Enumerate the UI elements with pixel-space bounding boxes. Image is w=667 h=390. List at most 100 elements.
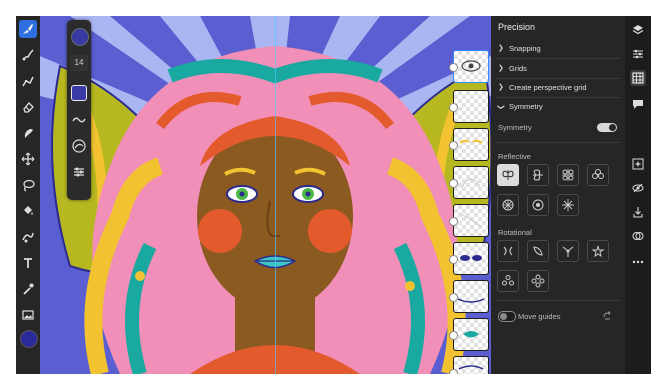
layer-thumbnail[interactable]: [453, 242, 489, 275]
rotational-8-button[interactable]: [527, 270, 549, 292]
layers-icon[interactable]: [630, 22, 646, 38]
chevron-right-icon: ❯: [498, 45, 504, 52]
section-label: Grids: [509, 64, 527, 73]
layer-visibility-dot[interactable]: [449, 293, 458, 302]
layer-visibility-dot[interactable]: [449, 331, 458, 340]
layer-thumbnail[interactable]: [453, 356, 489, 374]
precision-panel: Precision ❯ Snapping ❯ Grids ❯ Create pe…: [491, 16, 625, 374]
symmetry-radial-8-button[interactable]: [497, 194, 519, 216]
image-icon[interactable]: [19, 306, 37, 324]
eye-icon: [461, 60, 481, 72]
section-symmetry[interactable]: ❯ Symmetry: [491, 97, 625, 116]
symmetry-vertical-button[interactable]: [497, 164, 519, 186]
canvas[interactable]: 14: [40, 16, 491, 374]
section-label: Create perspective grid: [509, 83, 587, 92]
app-window: 14 Precision ❯ Snapping ❯ Grids ❯ Create…: [16, 16, 651, 374]
layer-visibility-dot[interactable]: [449, 255, 458, 264]
symmetry-toggle[interactable]: [597, 123, 617, 132]
symmetry-toggle-label: Symmetry: [498, 123, 532, 132]
rotational-8-icon: [531, 274, 545, 288]
eraser-icon[interactable]: [19, 98, 37, 116]
layer-thumbnail[interactable]: [453, 318, 489, 351]
rotational-4-icon: [562, 246, 574, 257]
layer-visibility-dot[interactable]: [449, 179, 458, 188]
pixel-brush-icon[interactable]: [19, 20, 37, 38]
move-icon[interactable]: [19, 150, 37, 168]
symmetry-radial-12-button[interactable]: [527, 194, 549, 216]
section-label: Symmetry: [509, 102, 543, 111]
move-guides-toggle[interactable]: [498, 311, 516, 322]
panel-title: Precision: [498, 22, 536, 32]
layer-thumbnail[interactable]: [453, 280, 489, 313]
comments-icon[interactable]: [630, 96, 646, 112]
smudge-icon[interactable]: [19, 124, 37, 142]
add-layer-icon[interactable]: [630, 156, 646, 172]
radial-8-icon: [502, 199, 514, 211]
butterfly-quad-icon: [562, 169, 574, 181]
move-guides-label: Move guides: [518, 312, 561, 321]
rotational-3-icon: [533, 246, 543, 256]
vector-brush-icon[interactable]: [19, 72, 37, 90]
section-snapping[interactable]: ❯ Snapping: [491, 39, 625, 58]
flower-icon: [592, 169, 604, 179]
blend-icon[interactable]: [630, 228, 646, 244]
artwork: [40, 16, 491, 374]
symmetry-guide[interactable]: [275, 16, 276, 374]
layer-thumbnail[interactable]: [453, 90, 489, 123]
layer-visibility-dot[interactable]: [449, 63, 458, 72]
rotational-5-button[interactable]: [587, 240, 609, 262]
brush-color-swatch[interactable]: [71, 28, 89, 46]
symmetry-quad-button[interactable]: [557, 164, 579, 186]
fill-icon[interactable]: [19, 202, 37, 220]
layer-visibility-dot[interactable]: [449, 103, 458, 112]
section-grids[interactable]: ❯ Grids: [491, 59, 625, 78]
lasso-icon[interactable]: [19, 176, 37, 194]
stroke-smoothing-icon[interactable]: [71, 112, 87, 128]
layer-thumbnail[interactable]: [453, 204, 489, 237]
primary-color-swatch[interactable]: [20, 330, 38, 348]
layer-stack: [449, 50, 491, 374]
layer-thumbnail[interactable]: [453, 166, 489, 199]
symmetry-flower-button[interactable]: [587, 164, 609, 186]
tool-rail: [16, 16, 40, 374]
brush-options-icon[interactable]: [71, 164, 87, 180]
brush-settings-panel: 14: [67, 20, 91, 200]
radial-16-icon: [562, 199, 574, 211]
butterfly-horizontal-icon: [533, 169, 543, 181]
divider: [496, 142, 620, 143]
right-icon-rail: [625, 16, 651, 374]
layer-visibility-dot[interactable]: [449, 369, 458, 374]
chevron-down-icon: ❯: [496, 104, 504, 110]
brush-shape-swatch[interactable]: [71, 85, 87, 101]
layer-visibility-dot[interactable]: [449, 141, 458, 150]
layer-properties-icon[interactable]: [630, 46, 646, 62]
precision-grid-icon[interactable]: [630, 70, 646, 86]
symmetry-horizontal-button[interactable]: [527, 164, 549, 186]
rotational-2-icon: [503, 246, 513, 256]
symmetry-radial-16-button[interactable]: [557, 194, 579, 216]
import-icon[interactable]: [630, 204, 646, 220]
reset-guides-icon[interactable]: [602, 311, 612, 321]
rotational-3-button[interactable]: [527, 240, 549, 262]
chevron-right-icon: ❯: [498, 65, 504, 72]
hide-layer-icon[interactable]: [630, 180, 646, 196]
brush-flow-icon[interactable]: [71, 138, 87, 154]
rotational-2-button[interactable]: [497, 240, 519, 262]
radial-12-icon: [532, 199, 544, 211]
rotational-4-button[interactable]: [557, 240, 579, 262]
divider: [496, 300, 620, 301]
eyedropper-icon[interactable]: [19, 280, 37, 298]
layer-thumbnail[interactable]: [453, 50, 489, 83]
brush-size-value[interactable]: 14: [70, 55, 88, 71]
more-icon[interactable]: [630, 254, 646, 270]
rotational-label: Rotational: [498, 228, 532, 237]
text-icon[interactable]: [19, 254, 37, 272]
layer-thumbnail[interactable]: [453, 128, 489, 161]
layer-visibility-dot[interactable]: [449, 217, 458, 226]
rotational-6-button[interactable]: [497, 270, 519, 292]
live-brush-icon[interactable]: [19, 46, 37, 64]
chevron-right-icon: ❯: [498, 84, 504, 91]
section-perspective-grid[interactable]: ❯ Create perspective grid: [491, 78, 625, 97]
rotational-6-icon: [502, 275, 514, 286]
liquify-icon[interactable]: [19, 228, 37, 246]
